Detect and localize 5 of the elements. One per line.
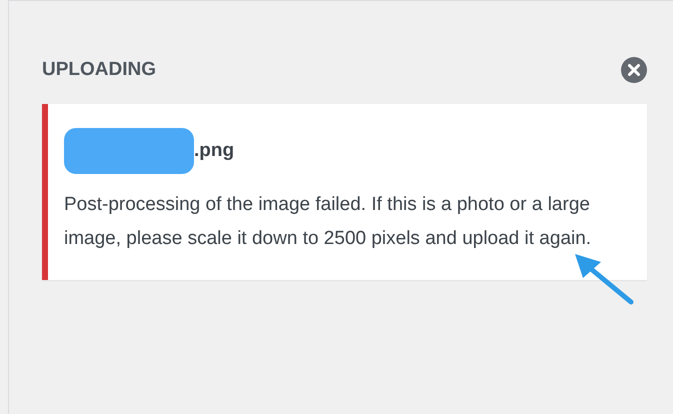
file-name: .png (194, 140, 234, 162)
close-icon (621, 57, 647, 83)
panel-title: UPLOADING (42, 59, 156, 81)
error-message: Post-processing of the image failed. If this is a photo or a large image, please scale it down to 2500 pixels and upload it again. (64, 193, 592, 251)
close-button[interactable] (621, 57, 647, 83)
